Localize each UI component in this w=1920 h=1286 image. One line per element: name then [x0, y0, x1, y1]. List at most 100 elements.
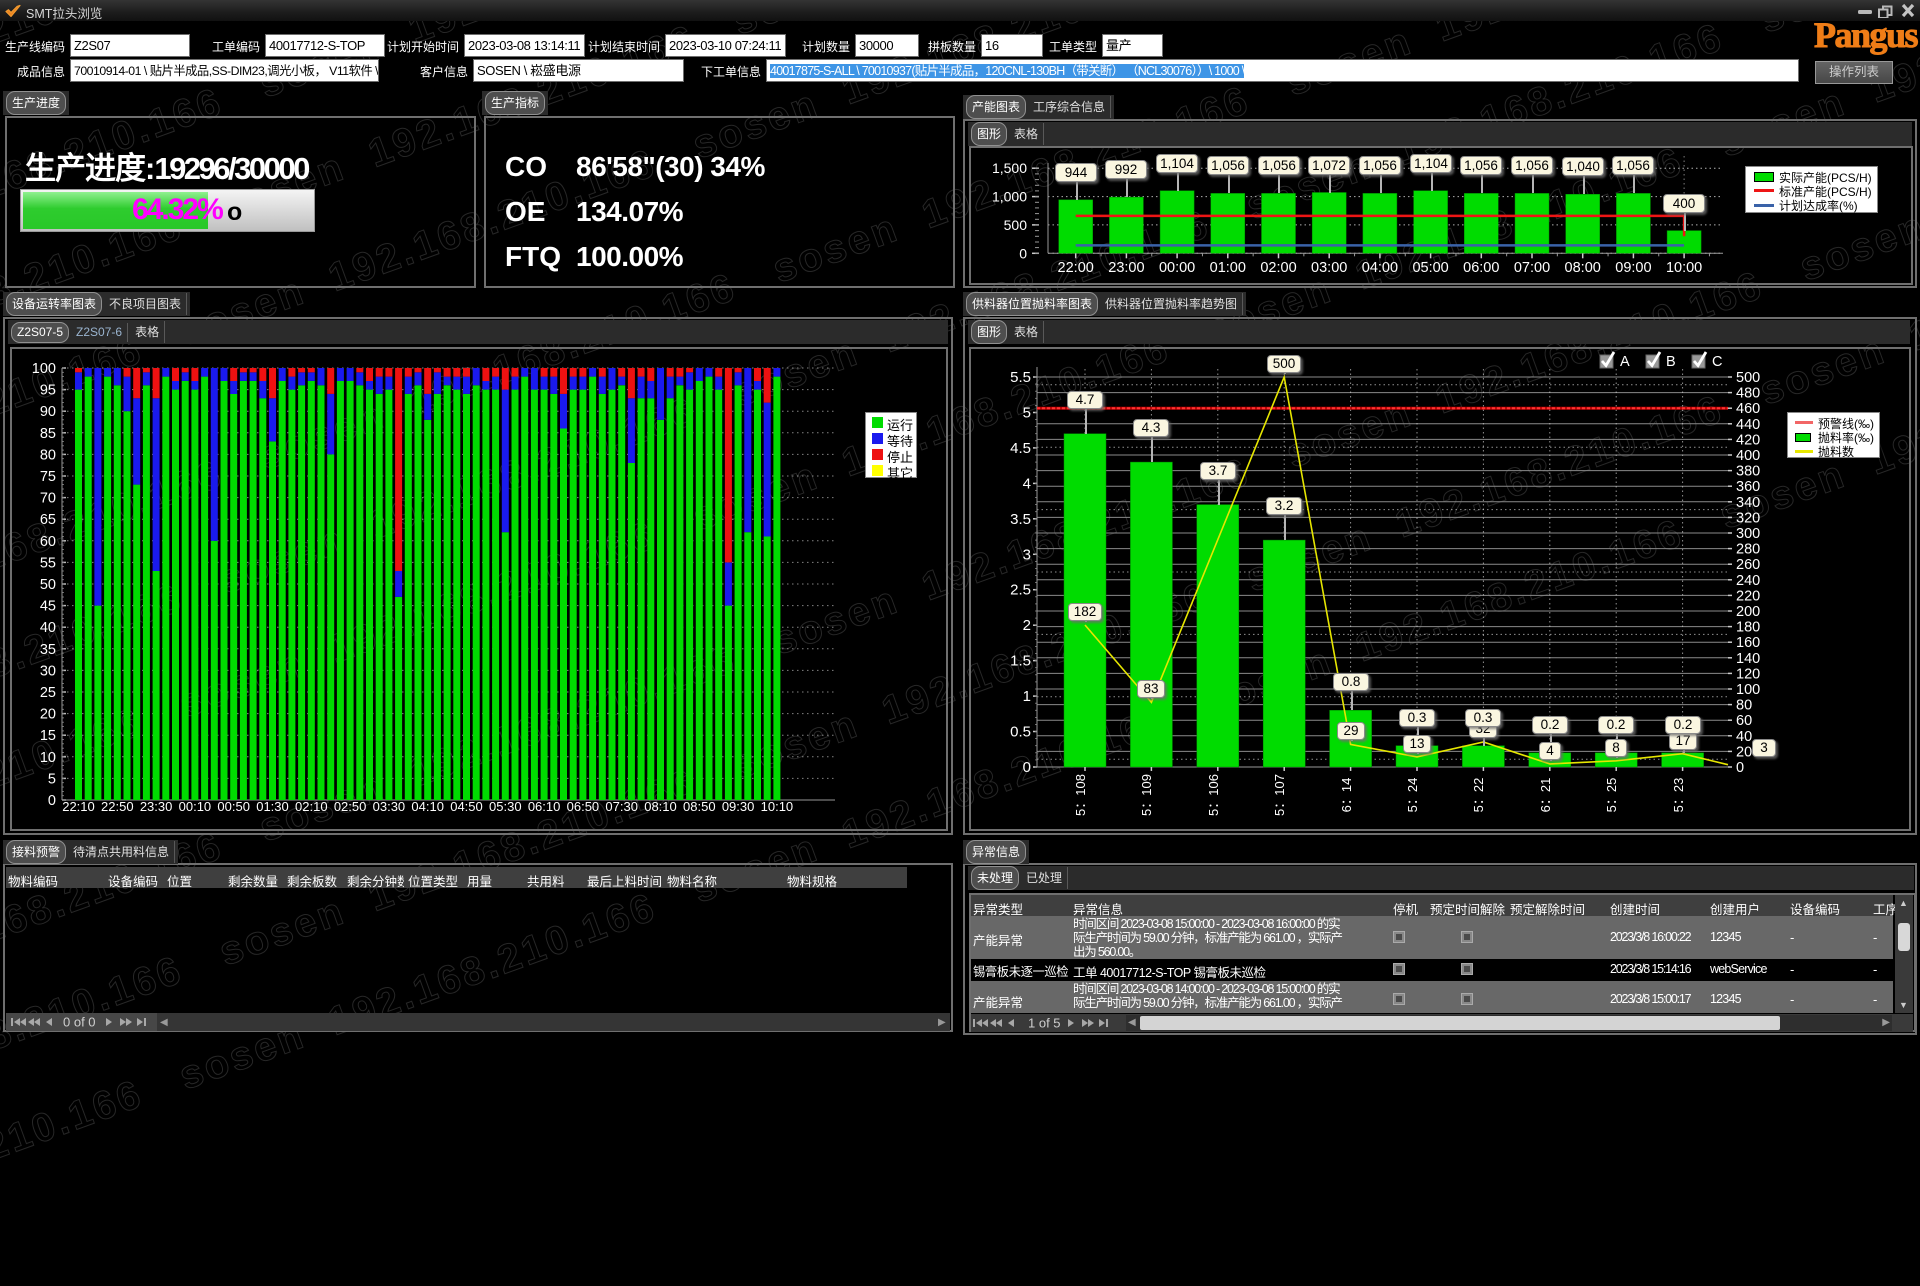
svg-text:03:30: 03:30 [373, 799, 406, 814]
svg-text:60: 60 [40, 534, 56, 550]
svg-text:5: 5 [1023, 405, 1031, 422]
svg-text:5：23: 5：23 [1671, 778, 1686, 813]
svg-text:4: 4 [1023, 475, 1031, 492]
svg-text:220: 220 [1736, 588, 1760, 604]
svg-text:200: 200 [1736, 604, 1760, 620]
svg-text:6：14: 6：14 [1339, 778, 1354, 813]
svg-text:340: 340 [1736, 495, 1760, 511]
svg-text:08:00: 08:00 [1565, 260, 1601, 276]
svg-text:100: 100 [1736, 682, 1760, 698]
svg-text:05:00: 05:00 [1412, 260, 1448, 276]
svg-text:10: 10 [40, 750, 56, 766]
svg-text:04:10: 04:10 [411, 799, 444, 814]
svg-text:180: 180 [1736, 620, 1760, 636]
svg-text:00:50: 00:50 [217, 799, 250, 814]
svg-text:5：22: 5：22 [1471, 778, 1486, 813]
svg-text:08:10: 08:10 [644, 799, 677, 814]
svg-text:09:30: 09:30 [722, 799, 755, 814]
svg-text:380: 380 [1736, 464, 1760, 480]
svg-text:280: 280 [1736, 542, 1760, 558]
svg-text:0: 0 [1019, 245, 1027, 261]
svg-text:08:50: 08:50 [683, 799, 716, 814]
svg-text:10:00: 10:00 [1666, 260, 1702, 276]
svg-text:95: 95 [40, 383, 56, 399]
svg-text:10:10: 10:10 [761, 799, 794, 814]
svg-text:00:10: 00:10 [179, 799, 212, 814]
svg-text:80: 80 [1736, 698, 1752, 714]
svg-text:50: 50 [40, 577, 56, 593]
svg-text:02:00: 02:00 [1260, 260, 1296, 276]
svg-text:1: 1 [1023, 688, 1031, 705]
svg-text:2.5: 2.5 [1010, 582, 1031, 599]
svg-text:120: 120 [1736, 666, 1760, 682]
svg-text:65: 65 [40, 512, 56, 528]
svg-text:5：109: 5：109 [1139, 774, 1154, 816]
svg-text:22:50: 22:50 [101, 799, 134, 814]
svg-text:140: 140 [1736, 651, 1760, 667]
svg-text:460: 460 [1736, 401, 1760, 417]
svg-text:440: 440 [1736, 417, 1760, 433]
svg-text:22:10: 22:10 [62, 799, 95, 814]
svg-text:25: 25 [40, 685, 56, 701]
svg-text:5：108: 5：108 [1073, 774, 1088, 816]
svg-text:2: 2 [1023, 617, 1031, 634]
svg-text:4.5: 4.5 [1010, 440, 1031, 457]
svg-text:70: 70 [40, 491, 56, 507]
svg-text:15: 15 [40, 728, 56, 744]
svg-text:420: 420 [1736, 432, 1760, 448]
svg-text:23:30: 23:30 [140, 799, 173, 814]
svg-text:04:50: 04:50 [450, 799, 483, 814]
svg-text:480: 480 [1736, 386, 1760, 402]
svg-text:300: 300 [1736, 526, 1760, 542]
svg-text:06:00: 06:00 [1463, 260, 1499, 276]
svg-text:500: 500 [1736, 370, 1760, 386]
svg-text:5：24: 5：24 [1405, 778, 1420, 813]
svg-text:3.5: 3.5 [1010, 511, 1031, 528]
svg-text:02:50: 02:50 [334, 799, 367, 814]
svg-text:05:30: 05:30 [489, 799, 522, 814]
svg-text:1,000: 1,000 [992, 189, 1027, 205]
svg-text:240: 240 [1736, 573, 1760, 589]
svg-text:20: 20 [40, 707, 56, 723]
svg-text:5：25: 5：25 [1604, 778, 1619, 813]
svg-text:60: 60 [1736, 713, 1752, 729]
svg-text:260: 260 [1736, 557, 1760, 573]
svg-text:23:00: 23:00 [1108, 260, 1144, 276]
svg-text:80: 80 [40, 447, 56, 463]
svg-text:5：107: 5：107 [1272, 774, 1287, 816]
svg-text:01:30: 01:30 [256, 799, 289, 814]
svg-text:0 of 0: 0 of 0 [63, 1015, 96, 1029]
svg-text:B: B [1666, 354, 1676, 370]
svg-text:0.5: 0.5 [1010, 724, 1031, 741]
svg-text:3: 3 [1023, 546, 1031, 563]
svg-text:03:00: 03:00 [1311, 260, 1347, 276]
svg-text:400: 400 [1736, 448, 1760, 464]
svg-text:75: 75 [40, 469, 56, 485]
svg-text:0: 0 [48, 793, 56, 809]
svg-text:07:30: 07:30 [605, 799, 638, 814]
svg-text:00:00: 00:00 [1159, 260, 1195, 276]
svg-text:55: 55 [40, 555, 56, 571]
svg-text:100: 100 [32, 361, 56, 377]
svg-text:1 of 5: 1 of 5 [1028, 1016, 1061, 1030]
svg-text:06:10: 06:10 [528, 799, 561, 814]
svg-text:45: 45 [40, 599, 56, 615]
svg-text:1,500: 1,500 [992, 160, 1027, 176]
svg-text:360: 360 [1736, 479, 1760, 495]
svg-text:07:00: 07:00 [1514, 260, 1550, 276]
svg-text:C: C [1712, 354, 1722, 370]
svg-text:5.5: 5.5 [1010, 369, 1031, 386]
svg-text:0: 0 [1736, 760, 1744, 776]
svg-text:160: 160 [1736, 635, 1760, 651]
svg-text:22:00: 22:00 [1058, 260, 1094, 276]
svg-text:30: 30 [40, 663, 56, 679]
svg-text:5：106: 5：106 [1206, 774, 1221, 816]
svg-text:06:50: 06:50 [567, 799, 600, 814]
svg-text:1.5: 1.5 [1010, 653, 1031, 670]
svg-text:02:10: 02:10 [295, 799, 328, 814]
svg-text:01:00: 01:00 [1210, 260, 1246, 276]
svg-text:A: A [1620, 354, 1630, 370]
svg-text:35: 35 [40, 642, 56, 658]
svg-text:90: 90 [40, 404, 56, 420]
svg-text:6：21: 6：21 [1538, 778, 1553, 813]
